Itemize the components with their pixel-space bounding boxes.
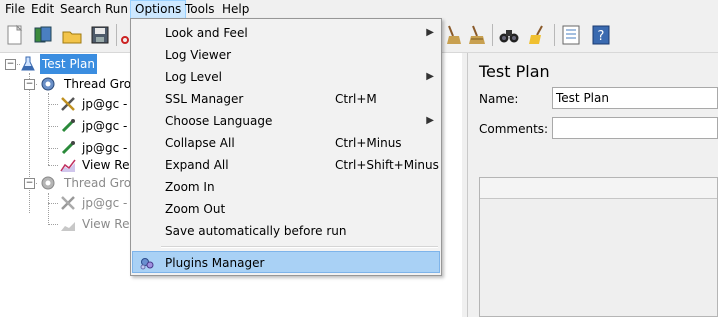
menu-item-label: Zoom Out — [165, 202, 226, 216]
menu-item-shortcut: Ctrl+Shift+Minus — [335, 158, 439, 172]
menu-item-label: Expand All — [165, 158, 229, 172]
tree-node-label: jp@gc - — [82, 97, 128, 111]
menu-edit[interactable]: Edit — [27, 1, 58, 18]
menu-tools[interactable]: Tools — [181, 1, 219, 18]
menu-item-look-and-feel[interactable]: Look and Feel ▶ — [132, 22, 440, 44]
menu-item-save-before-run[interactable]: Save automatically before run — [132, 220, 440, 242]
tree-connector — [48, 148, 58, 149]
tree-node-label: Thread Grou — [64, 77, 139, 91]
wrench-screwdriver-icon — [60, 195, 76, 211]
menu-item-label: SSL Manager — [165, 92, 244, 106]
name-field[interactable]: Test Plan — [552, 87, 718, 109]
tree-connector — [48, 126, 58, 127]
menu-item-plugins-manager[interactable]: Plugins Manager — [132, 251, 440, 273]
menu-item-expand-all[interactable]: Expand All Ctrl+Shift+Minus — [132, 154, 440, 176]
pipette-icon — [60, 118, 76, 134]
menu-separator — [161, 246, 438, 248]
open-icon[interactable] — [61, 24, 83, 46]
broom-clear-all-icon[interactable] — [465, 24, 487, 46]
comments-field[interactable] — [552, 117, 718, 139]
submenu-arrow-icon: ▶ — [426, 71, 434, 82]
menu-item-label: Log Viewer — [165, 48, 232, 62]
test-plan-properties-panel: Test Plan Name: Test Plan Comments: — [468, 53, 718, 317]
pipette-icon — [60, 140, 76, 156]
menu-help[interactable]: Help — [218, 1, 253, 18]
svg-text:?: ? — [598, 29, 605, 44]
graph-icon — [60, 157, 76, 173]
gear-icon — [40, 175, 56, 191]
menu-item-label: Log Level — [165, 70, 222, 84]
save-icon[interactable] — [89, 24, 111, 46]
menu-options[interactable]: Options — [130, 0, 187, 19]
tree-connector — [48, 193, 49, 225]
new-plan-icon[interactable] — [4, 24, 26, 46]
menu-item-label: Collapse All — [165, 136, 235, 150]
tree-connector — [48, 165, 58, 166]
flask-icon — [20, 56, 36, 72]
menu-item-log-viewer[interactable]: Log Viewer — [132, 44, 440, 66]
menu-item-shortcut: Ctrl+Minus — [335, 136, 402, 150]
function-helper-icon[interactable] — [560, 24, 582, 46]
tree-connector — [48, 104, 58, 105]
menu-item-ssl-manager[interactable]: SSL Manager Ctrl+M — [132, 88, 440, 110]
cut-icon[interactable] — [119, 24, 129, 46]
menu-run[interactable]: Run — [101, 1, 132, 18]
clear-search-icon[interactable] — [526, 24, 548, 46]
collapse-toggle[interactable]: − — [24, 79, 35, 90]
comments-label: Comments: — [479, 122, 549, 136]
tree-connector — [48, 203, 58, 204]
menu-file[interactable]: File — [1, 1, 29, 18]
tree-node-label: View Re — [82, 217, 130, 231]
submenu-arrow-icon: ▶ — [426, 115, 434, 126]
wrench-screwdriver-icon — [60, 96, 76, 112]
menu-item-label: Zoom In — [165, 180, 215, 194]
menu-item-label: Save automatically before run — [165, 224, 347, 238]
help-icon[interactable]: ? — [590, 24, 612, 46]
tree-node-label: jp@gc - — [82, 119, 128, 133]
toolbar-separator — [116, 24, 117, 46]
tree-node-label: Thread Grou — [64, 176, 139, 190]
tree-connector — [48, 224, 58, 225]
toolbar-separator — [492, 24, 493, 46]
name-label: Name: — [479, 92, 519, 106]
graph-icon — [60, 216, 76, 232]
options-menu: Look and Feel ▶ Log Viewer Log Level ▶ S… — [130, 18, 442, 276]
menu-search[interactable]: Search — [56, 1, 105, 18]
tree-connector — [29, 73, 30, 213]
user-defined-variables-table[interactable] — [479, 177, 718, 317]
table-header — [480, 178, 717, 199]
menu-bar: File Edit Search Run Options Tools Help — [0, 0, 718, 19]
gear-icon — [40, 76, 56, 92]
templates-icon[interactable] — [32, 24, 54, 46]
tree-node-label: Test Plan — [40, 54, 97, 74]
menu-item-zoom-out[interactable]: Zoom Out — [132, 198, 440, 220]
tree-node-label: View Re — [82, 158, 130, 172]
collapse-toggle[interactable]: − — [5, 59, 16, 70]
menu-item-choose-language[interactable]: Choose Language ▶ — [132, 110, 440, 132]
plugins-manager-icon — [139, 255, 155, 271]
submenu-arrow-icon: ▶ — [426, 27, 434, 38]
broom-clear-icon[interactable] — [443, 24, 465, 46]
panel-title: Test Plan — [479, 62, 550, 81]
collapse-toggle[interactable]: − — [24, 178, 35, 189]
menu-item-collapse-all[interactable]: Collapse All Ctrl+Minus — [132, 132, 440, 154]
toolbar-separator — [554, 24, 555, 46]
menu-item-label: Look and Feel — [165, 26, 248, 40]
menu-item-log-level[interactable]: Log Level ▶ — [132, 66, 440, 88]
menu-item-shortcut: Ctrl+M — [335, 92, 377, 106]
tree-node-label: jp@gc - — [82, 196, 128, 210]
menu-item-zoom-in[interactable]: Zoom In — [132, 176, 440, 198]
menu-item-label: Choose Language — [165, 114, 273, 128]
menu-item-label: Plugins Manager — [165, 256, 265, 270]
binoculars-search-icon[interactable] — [498, 24, 520, 46]
